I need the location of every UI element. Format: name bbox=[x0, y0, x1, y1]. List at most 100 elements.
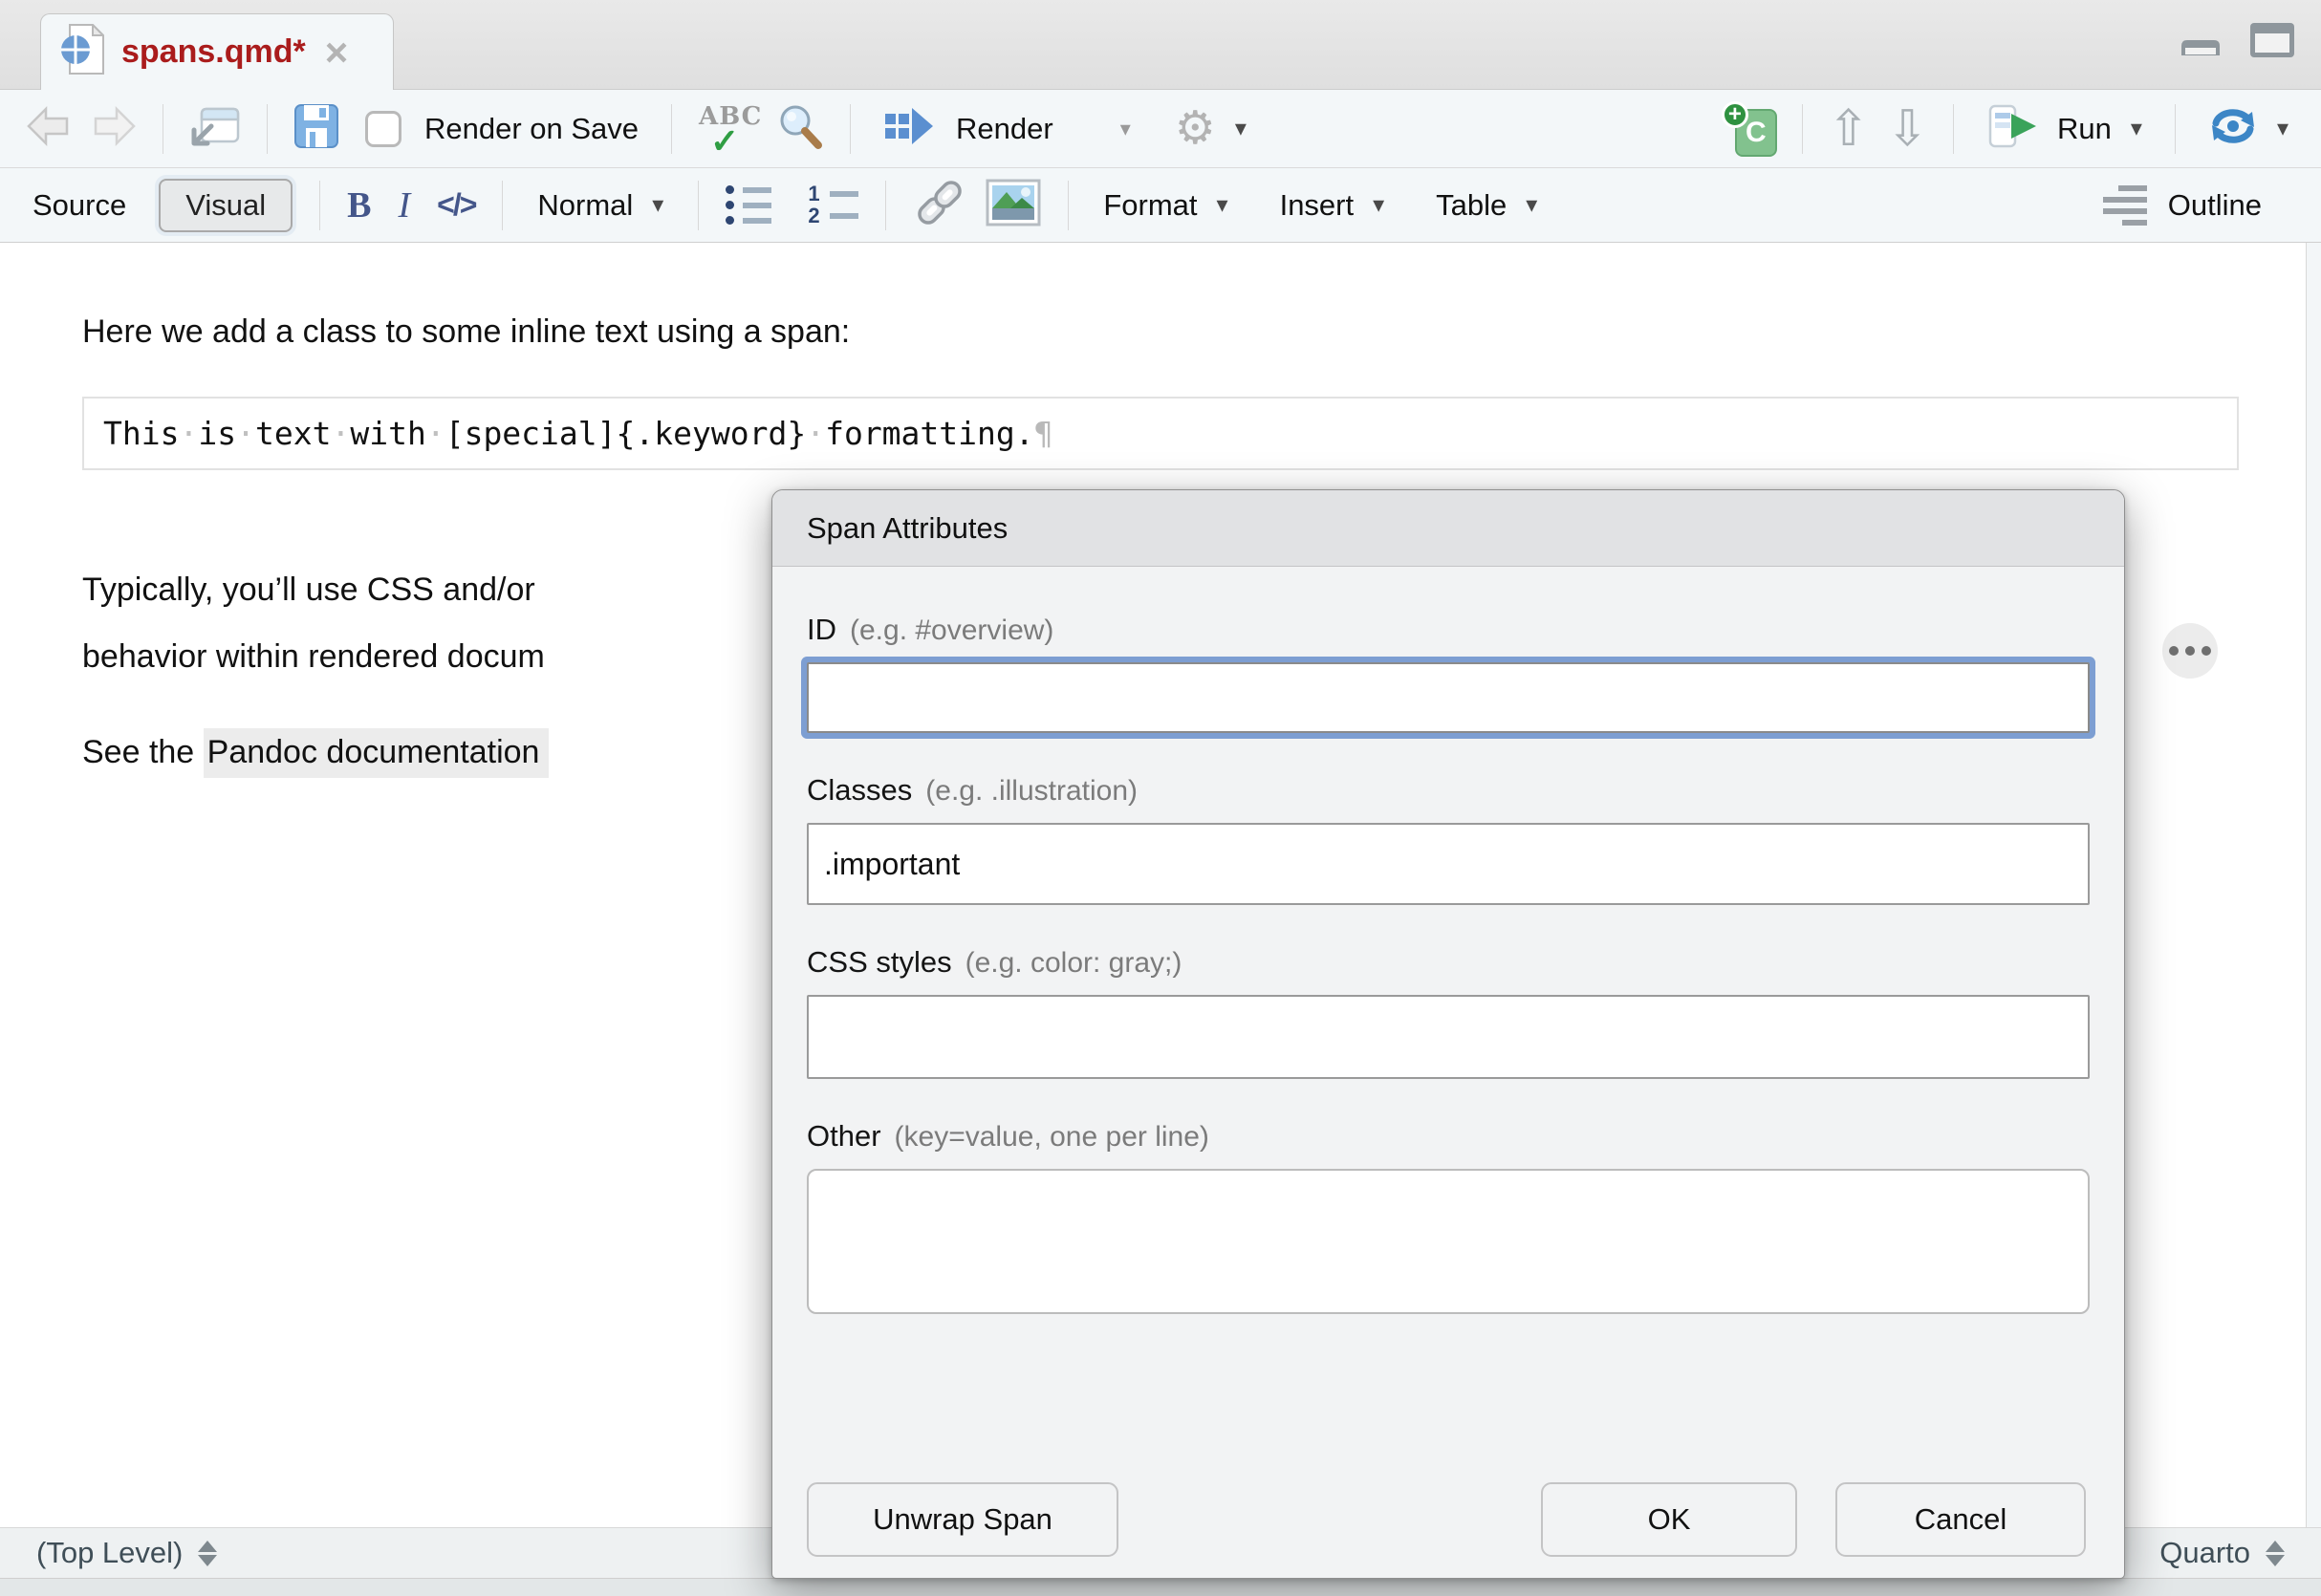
format-menu[interactable]: Format ▾ bbox=[1095, 183, 1235, 228]
more-options-button[interactable] bbox=[2162, 623, 2218, 679]
classes-label: Classes(e.g. .illustration) bbox=[807, 773, 2090, 808]
run-button[interactable]: Run ▾ bbox=[1979, 97, 2150, 161]
stepper-icon bbox=[2266, 1541, 2285, 1566]
code-block[interactable]: This·is·text·with·[special]{.keyword}·fo… bbox=[82, 397, 2239, 470]
chevron-down-icon: ▾ bbox=[1373, 191, 1384, 219]
chevron-down-icon: ▾ bbox=[652, 191, 663, 219]
run-icon bbox=[1986, 102, 2040, 155]
gear-icon: ⚙ bbox=[1175, 106, 1216, 152]
file-type-selector[interactable]: Quarto bbox=[2159, 1536, 2285, 1570]
close-icon[interactable]: × bbox=[325, 38, 349, 67]
file-type-label: Quarto bbox=[2159, 1536, 2250, 1570]
toolbar-separator bbox=[885, 181, 886, 230]
dialog-title[interactable]: Span Attributes bbox=[772, 490, 2124, 567]
popout-icon[interactable] bbox=[188, 101, 242, 156]
render-on-save-checkbox[interactable] bbox=[365, 111, 401, 147]
toolbar-separator bbox=[1802, 104, 1803, 154]
toolbar-separator bbox=[319, 181, 320, 230]
go-previous-section-icon[interactable]: ⇧ bbox=[1828, 104, 1870, 154]
minimize-icon[interactable] bbox=[2178, 21, 2223, 64]
render-icon bbox=[883, 104, 935, 153]
css-styles-input[interactable] bbox=[807, 995, 2090, 1079]
visual-mode-button[interactable]: Visual bbox=[159, 179, 293, 232]
chevron-down-icon: ▾ bbox=[2131, 115, 2142, 142]
paragraph-style-value: Normal bbox=[537, 188, 633, 223]
chevron-down-icon: ▾ bbox=[1526, 191, 1537, 219]
insert-chunk-icon[interactable]: C+ bbox=[1722, 101, 1777, 157]
source-mode-button[interactable]: Source bbox=[33, 188, 126, 223]
image-icon[interactable] bbox=[986, 179, 1041, 231]
outline-level-selector[interactable]: (Top Level) bbox=[36, 1536, 217, 1570]
toolbar-separator bbox=[698, 181, 699, 230]
cancel-button[interactable]: Cancel bbox=[1835, 1482, 2086, 1557]
scrollbar-track[interactable] bbox=[2306, 243, 2321, 1527]
toolbar-separator bbox=[671, 104, 672, 154]
table-menu-label: Table bbox=[1436, 188, 1507, 223]
run-label: Run bbox=[2057, 112, 2112, 146]
classes-input[interactable] bbox=[807, 823, 2090, 905]
toolbar-separator bbox=[502, 181, 503, 230]
numbered-list-icon[interactable]: 1 2 bbox=[808, 186, 858, 224]
css-styles-label: CSS styles(e.g. color: gray;) bbox=[807, 945, 2090, 980]
highlighted-link-text[interactable]: Pandoc documentation bbox=[204, 728, 550, 778]
render-options-button[interactable]: ⚙ ▾ bbox=[1167, 100, 1254, 158]
back-icon[interactable] bbox=[25, 103, 73, 154]
maximize-icon[interactable] bbox=[2248, 21, 2296, 64]
toolbar-separator bbox=[267, 104, 268, 154]
chevron-down-icon: ▾ bbox=[1217, 191, 1228, 219]
forward-icon[interactable] bbox=[90, 103, 138, 154]
bullet-list-icon[interactable] bbox=[726, 185, 771, 225]
chevron-down-icon: ▾ bbox=[2277, 115, 2288, 142]
span-attributes-dialog: Span Attributes ID(e.g. #overview) Class… bbox=[771, 489, 2125, 1579]
unwrap-span-button[interactable]: Unwrap Span bbox=[807, 1482, 1118, 1557]
id-input[interactable] bbox=[807, 662, 2090, 733]
toolbar-separator bbox=[1953, 104, 1954, 154]
render-on-save-label: Render on Save bbox=[424, 112, 639, 146]
render-button[interactable]: Render bbox=[876, 98, 1061, 159]
insert-menu-label: Insert bbox=[1280, 188, 1355, 223]
format-toolbar: Source Visual B I </> Normal ▾ 1 2 bbox=[0, 168, 2321, 243]
paragraph-style-select[interactable]: Normal ▾ bbox=[530, 183, 671, 228]
source-toolbar: Render on Save ABC ✓ Render ▾ ⚙ ▾ C bbox=[0, 90, 2321, 168]
stepper-icon bbox=[198, 1541, 217, 1566]
other-input[interactable] bbox=[807, 1169, 2090, 1314]
tab-spans-qmd[interactable]: spans.qmd* × bbox=[40, 13, 394, 90]
quarto-file-icon bbox=[60, 24, 104, 80]
insert-menu[interactable]: Insert ▾ bbox=[1272, 183, 1393, 228]
italic-button[interactable]: I bbox=[398, 184, 410, 226]
save-icon[interactable] bbox=[293, 102, 340, 155]
id-label: ID(e.g. #overview) bbox=[807, 613, 2090, 647]
bold-button[interactable]: B bbox=[347, 184, 371, 226]
render-on-save-toggle[interactable]: Render on Save bbox=[358, 105, 646, 153]
chevron-down-icon[interactable]: ▾ bbox=[1120, 117, 1131, 141]
inline-code-button[interactable]: </> bbox=[437, 187, 475, 223]
link-icon[interactable] bbox=[913, 178, 966, 232]
css-styles-hint: (e.g. color: gray;) bbox=[965, 947, 1182, 979]
render-label: Render bbox=[956, 112, 1053, 146]
outline-label: Outline bbox=[2168, 188, 2262, 223]
rerun-button[interactable]: ▾ bbox=[2201, 98, 2296, 159]
classes-hint: (e.g. .illustration) bbox=[925, 775, 1138, 807]
spellcheck-check: ✓ bbox=[710, 121, 739, 162]
toolbar-separator bbox=[2175, 104, 2176, 154]
table-menu[interactable]: Table ▾ bbox=[1428, 183, 1545, 228]
outline-level-label: (Top Level) bbox=[36, 1536, 183, 1570]
toolbar-separator bbox=[850, 104, 851, 154]
spellcheck-icon[interactable]: ABC ✓ bbox=[697, 102, 758, 156]
format-menu-label: Format bbox=[1103, 188, 1197, 223]
window-edge bbox=[0, 1579, 2321, 1596]
code-line: This·is·text·with·[special]{.keyword}·fo… bbox=[103, 415, 1053, 452]
search-icon[interactable] bbox=[775, 101, 825, 156]
paragraph-text: See the bbox=[82, 734, 204, 770]
outline-toggle[interactable]: Outline bbox=[2095, 180, 2269, 231]
go-next-section-icon[interactable]: ⇩ bbox=[1886, 104, 1928, 154]
paragraph: Here we add a class to some inline text … bbox=[82, 313, 2321, 351]
other-label: Other(key=value, one per line) bbox=[807, 1119, 2090, 1154]
chevron-down-icon: ▾ bbox=[1235, 115, 1247, 142]
other-hint: (key=value, one per line) bbox=[895, 1121, 1209, 1153]
tab-bar: spans.qmd* × bbox=[0, 0, 2321, 90]
tab-title: spans.qmd* bbox=[121, 33, 306, 71]
toolbar-separator bbox=[1068, 181, 1069, 230]
id-hint: (e.g. #overview) bbox=[850, 615, 1053, 646]
ok-button[interactable]: OK bbox=[1541, 1482, 1797, 1557]
